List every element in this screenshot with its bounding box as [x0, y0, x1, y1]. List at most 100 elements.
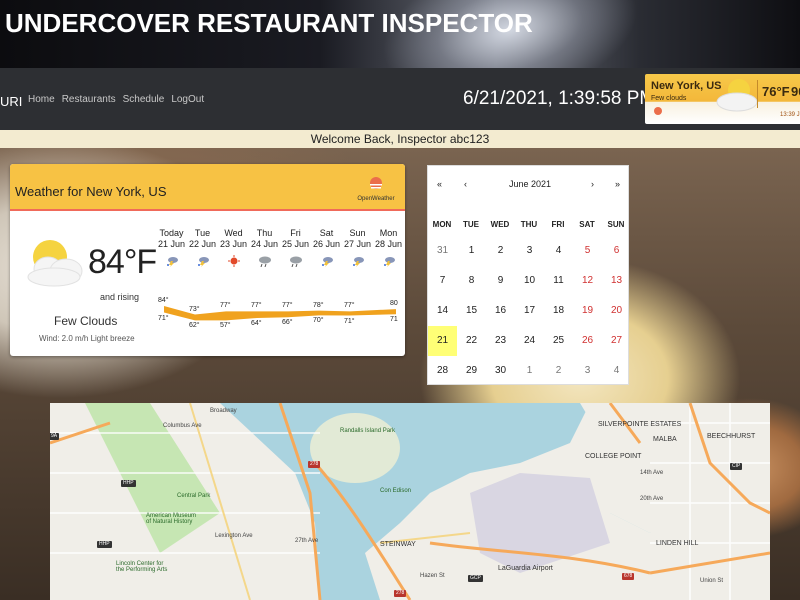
map-label: LINDEN HILL [656, 540, 699, 547]
calendar-day[interactable]: 26 [573, 326, 602, 356]
weather-condition: Few Clouds [54, 314, 118, 328]
mini-weather-temp-secondary: 90 [791, 84, 800, 99]
calendar-day[interactable]: 20 [602, 296, 631, 326]
calendar-day[interactable]: 17 [515, 296, 544, 326]
calendar-day[interactable]: 28 [428, 356, 457, 386]
forecast-high: 78° [313, 301, 324, 309]
calendar-day[interactable]: 8 [457, 266, 486, 296]
highway-shield: HHP [121, 480, 136, 487]
mini-weather-desc: Few clouds [651, 95, 687, 102]
calendar-day[interactable]: 11 [544, 266, 573, 296]
calendar-day[interactable]: 16 [486, 296, 515, 326]
forecast-high: 80 [390, 300, 398, 308]
calendar-day[interactable]: 3 [573, 356, 602, 386]
calendar-day[interactable]: 6 [602, 236, 631, 266]
highway-shield: CIP [730, 463, 743, 470]
calendar-day[interactable]: 23 [486, 326, 515, 356]
forecast-day-date: 21 Jun [157, 239, 186, 249]
next-year-button[interactable]: » [615, 179, 620, 189]
partly-cloudy-icon [27, 240, 83, 287]
calendar-day[interactable]: 22 [457, 326, 486, 356]
map-label: Con Edison [380, 488, 412, 494]
calendar-day[interactable]: 29 [457, 356, 486, 386]
partly-cloudy-icon [716, 79, 758, 112]
mini-weather-temp: 76°F [762, 84, 790, 99]
month-label[interactable]: June 2021 [509, 179, 551, 189]
thunderstorm-icon [321, 257, 333, 267]
calendar-day[interactable]: 15 [457, 296, 486, 326]
nav-schedule-link[interactable]: Schedule [123, 94, 165, 105]
map-label: BEECHHURST [707, 433, 756, 440]
temperature-band [164, 306, 396, 321]
calendar-day[interactable]: 18 [544, 296, 573, 326]
map-label: SILVERPOINTE ESTATES [598, 421, 682, 428]
calendar-day[interactable]: 9 [486, 266, 515, 296]
calendar-day[interactable]: 2 [486, 236, 515, 266]
calendar-day[interactable]: 25 [544, 326, 573, 356]
nav-links: Home Restaurants Schedule LogOut [28, 94, 204, 105]
next-month-button[interactable]: › [591, 179, 594, 189]
highway-shield: 678 [622, 573, 635, 580]
forecast-day-name: Fri [290, 228, 301, 238]
map-label: COLLEGE POINT [585, 453, 642, 460]
calendar-day[interactable]: 5 [573, 236, 602, 266]
calendar-day[interactable]: 7 [428, 266, 457, 296]
welcome-message: Welcome Back, Inspector abc123 [0, 130, 800, 148]
openweather-logo[interactable]: OpenWeather [352, 176, 400, 202]
thunderstorm-icon [166, 257, 178, 267]
openweather-text: OpenWeather [357, 196, 395, 202]
forecast-low: 71° [158, 314, 169, 322]
forecast-day-name: Thu [256, 228, 273, 238]
forecast-day-name: Mon [379, 228, 398, 238]
forecast-day: Sat 26 Jun [311, 228, 342, 267]
forecast-day-date: 28 Jun [374, 239, 403, 249]
nav-logout-link[interactable]: LogOut [171, 94, 204, 105]
forecast-day-date: 26 Jun [312, 239, 341, 249]
map-label: 27th Ave [295, 538, 319, 544]
wind-info: Wind: 2.0 m/h Light breeze [39, 334, 135, 343]
calendar-day[interactable]: 14 [428, 296, 457, 326]
calendar-day[interactable]: 30 [486, 356, 515, 386]
forecast-day: Fri 25 Jun [280, 228, 311, 267]
calendar-day[interactable]: 10 [515, 266, 544, 296]
forecast-low: 66° [282, 319, 293, 327]
calendar-day[interactable]: 1 [457, 236, 486, 266]
calendar-weekday-header: MON [432, 220, 452, 229]
prev-year-button[interactable]: « [437, 179, 442, 189]
nav-home-link[interactable]: Home [28, 94, 55, 105]
mini-weather-widget[interactable]: New York, US Few clouds 76°F 90 13:39 J [645, 74, 800, 124]
map-label: 14th Ave [640, 470, 664, 476]
calendar-day[interactable]: 4 [544, 236, 573, 266]
calendar-day[interactable]: 12 [573, 266, 602, 296]
calendar-day[interactable]: 13 [602, 266, 631, 296]
calendar-day[interactable]: 1 [515, 356, 544, 386]
map-label: Lincoln Center for the Performing Arts [116, 561, 168, 573]
calendar-header: « ‹ June 2021 › » [428, 179, 630, 193]
calendar-day[interactable]: 27 [602, 326, 631, 356]
calendar-day[interactable]: 21 [428, 326, 457, 356]
nav-restaurants-link[interactable]: Restaurants [62, 94, 116, 105]
highway-shield: 9A [50, 433, 60, 440]
brand-link[interactable]: URI [0, 94, 22, 109]
map-label: Broadway [210, 408, 237, 414]
calendar-day[interactable]: 31 [428, 236, 457, 266]
forecast-day-date: 27 Jun [343, 239, 372, 249]
calendar-day[interactable]: 19 [573, 296, 602, 326]
forecast-high: 77° [220, 302, 231, 310]
map-label: MALBA [653, 436, 677, 443]
highway-shield: GCP [468, 575, 483, 582]
forecast: Today 21 Jun Tue 22 Jun Wed 23 Jun Thu 24 Jun Fr… [156, 228, 404, 356]
calendar-day[interactable]: 2 [544, 356, 573, 386]
prev-month-button[interactable]: ‹ [464, 179, 467, 189]
calendar-weekday-header: FRI [551, 220, 565, 229]
highway-shield: HHP [97, 541, 112, 548]
calendar-weekday-header: SAT [579, 220, 595, 229]
calendar-day[interactable]: 24 [515, 326, 544, 356]
sun-icon [227, 255, 240, 267]
calendar-day[interactable]: 3 [515, 236, 544, 266]
forecast-day: Wed 23 Jun [218, 228, 249, 267]
calendar-day[interactable]: 4 [602, 356, 631, 386]
thunderstorm-icon [352, 257, 364, 267]
map[interactable]: Central Park American Museum of Natural H… [50, 403, 770, 600]
site-title: UNDERCOVER RESTAURANT INSPECTOR [5, 8, 533, 38]
